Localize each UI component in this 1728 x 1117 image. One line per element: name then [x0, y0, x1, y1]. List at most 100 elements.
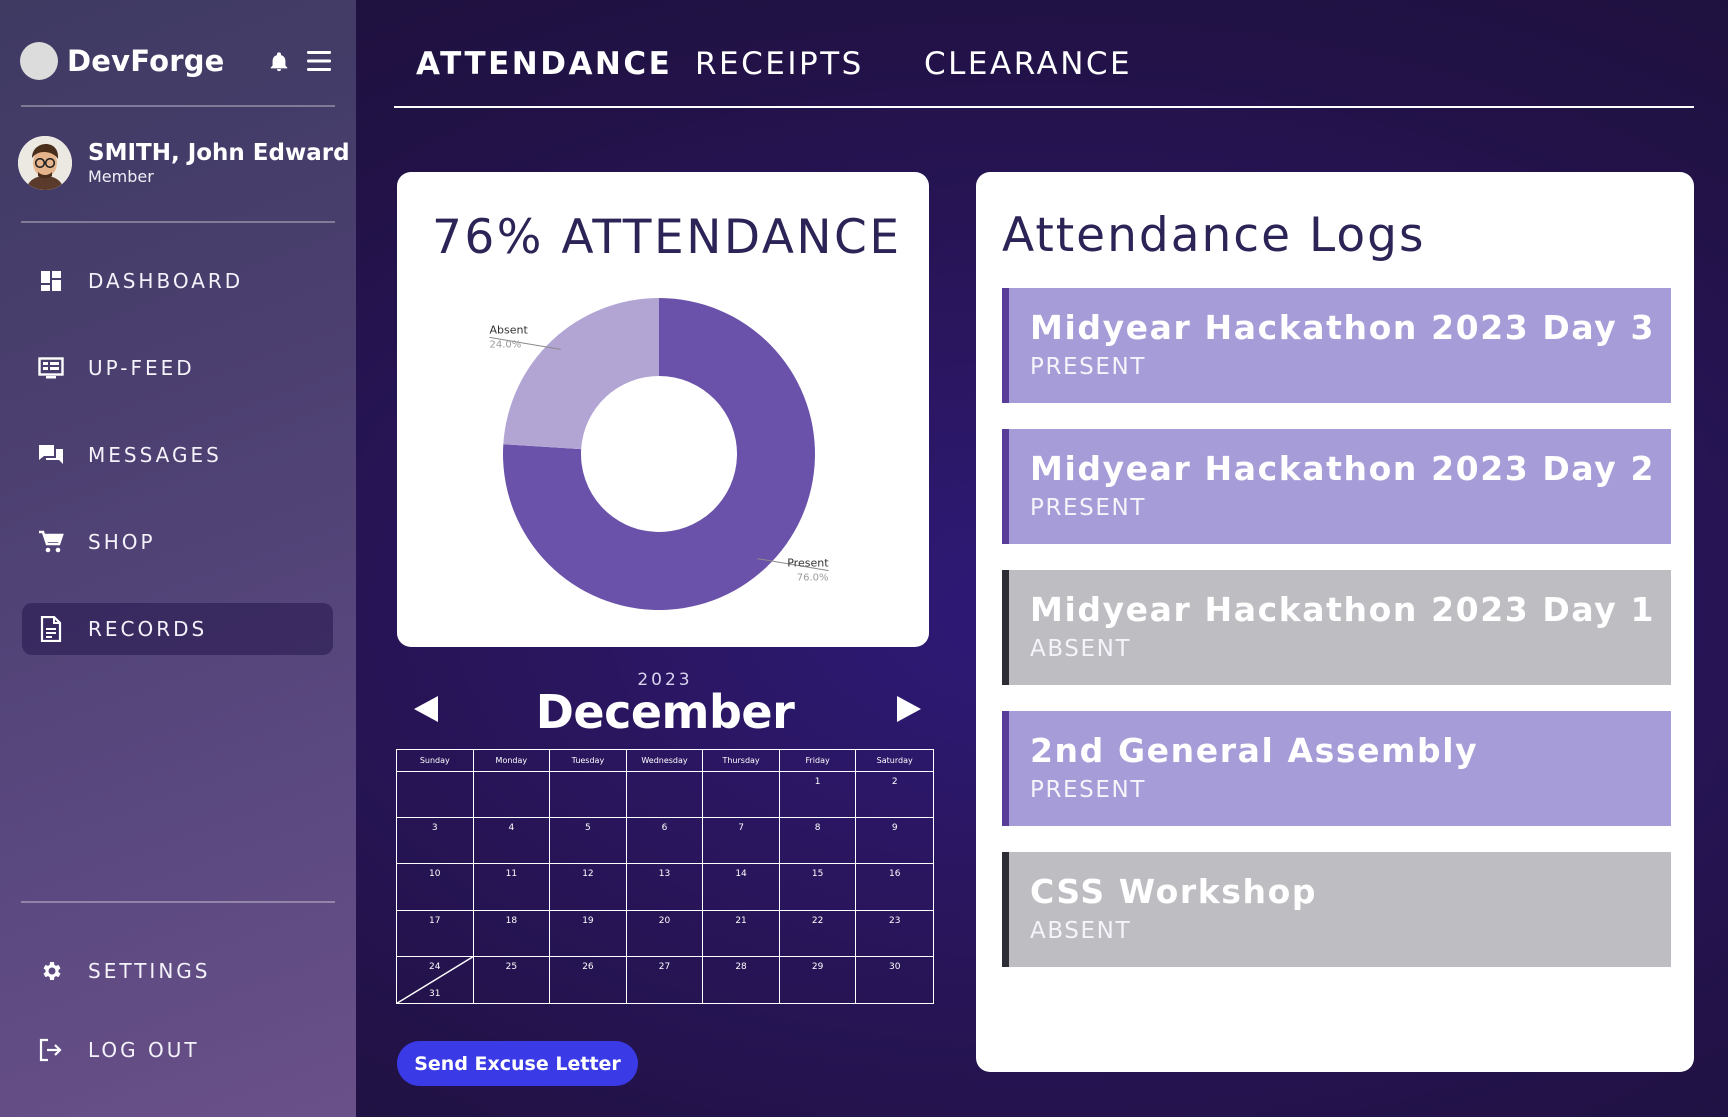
log-event-name: CSS Workshop [1030, 872, 1318, 911]
calendar-day[interactable]: 17 [397, 910, 474, 957]
calendar-day[interactable]: 1 [779, 772, 857, 819]
calendar-grid: Sunday Monday Tuesday Wednesday Thursday Frid… [396, 749, 934, 1004]
sidebar-item-records[interactable]: RECORDS [22, 603, 333, 655]
calendar-day[interactable]: 15 [779, 864, 857, 911]
cart-icon [38, 529, 64, 555]
calendar-empty-cell [626, 772, 704, 819]
dashboard-icon [38, 268, 64, 294]
log-status-bar [1002, 288, 1009, 403]
sidebar-item-label: SHOP [88, 530, 156, 554]
user-profile[interactable]: SMITH, John Edward Member [18, 136, 350, 190]
calendar-day[interactable]: 19 [550, 910, 627, 957]
tab-attendance[interactable]: ATTENDANCE [416, 46, 672, 82]
calendar-month: December [535, 685, 795, 739]
calendar-days: 1 2 3 4 5 6 7 8 9 10 11 12 13 14 15 16 17 18 19 20 21 22 23 24 3… [397, 772, 933, 1003]
log-event-name: Midyear Hackathon 2023 Day 3 [1030, 308, 1656, 347]
attendance-logs-card: Attendance Logs Midyear Hackathon 2023 D… [976, 172, 1694, 1072]
calendar-day[interactable]: 5 [550, 818, 627, 865]
calendar-day[interactable]: 22 [779, 910, 857, 957]
send-excuse-letter-button[interactable]: Send Excuse Letter [397, 1041, 638, 1086]
calendar-empty-cell [397, 772, 474, 819]
sidebar: DevForge SMITH, John Edward Member DASHB… [0, 0, 356, 1117]
calendar-day[interactable]: 21 [703, 910, 780, 957]
next-month-icon[interactable] [895, 694, 923, 724]
calendar-day[interactable]: 18 [473, 910, 551, 957]
sidebar-divider [21, 105, 335, 107]
calendar-day[interactable]: 26 [550, 956, 627, 1003]
log-event-name: Midyear Hackathon 2023 Day 1 [1030, 590, 1656, 629]
log-status-bar [1002, 711, 1009, 826]
brand[interactable]: DevForge [20, 40, 225, 82]
prev-month-icon[interactable] [412, 694, 440, 724]
avatar [18, 136, 72, 190]
calendar-day[interactable]: 25 [474, 956, 551, 1003]
slice-value-present: 76.0% [797, 573, 829, 584]
calendar-day[interactable]: 12 [550, 864, 627, 911]
sidebar-divider [21, 901, 335, 903]
calendar-day[interactable]: 30 [856, 957, 933, 1003]
sidebar-item-logout[interactable]: LOG OUT [22, 1024, 333, 1076]
brand-logo [20, 42, 58, 80]
calendar-day[interactable]: 16 [856, 864, 933, 911]
sidebar-item-up-feed[interactable]: UP-FEED [22, 342, 333, 394]
tab-underline [394, 106, 1694, 108]
weekday-sunday: Sunday [397, 750, 474, 771]
calendar-day[interactable]: 13 [626, 864, 704, 911]
calendar-day[interactable]: 4 [473, 818, 551, 865]
calendar-day[interactable]: 14 [703, 864, 780, 911]
attendance-chart-card: 76% ATTENDANCE Present 76.0% Absent 24.0% [397, 172, 929, 647]
calendar-day[interactable]: 28 [703, 956, 780, 1003]
gear-icon [38, 958, 64, 984]
log-event-name: 2nd General Assembly [1030, 731, 1479, 770]
calendar-day[interactable]: 23 [856, 911, 933, 957]
calendar-day[interactable]: 10 [397, 864, 474, 911]
sidebar-item-shop[interactable]: SHOP [22, 516, 333, 568]
sidebar-item-dashboard[interactable]: DASHBOARD [22, 255, 333, 307]
tab-clearance[interactable]: CLEARANCE [924, 46, 1132, 82]
weekday-saturday: Saturday [876, 756, 913, 765]
slice-label-present: Present [787, 557, 829, 570]
sidebar-item-label: UP-FEED [88, 356, 195, 380]
calendar-empty-cell [703, 772, 780, 819]
tab-receipts[interactable]: RECEIPTS [695, 46, 864, 82]
calendar-day[interactable]: 20 [626, 910, 704, 957]
menu-icon[interactable] [306, 49, 332, 73]
calendar-day[interactable]: 7 [703, 818, 780, 865]
calendar-day[interactable]: 9 [856, 818, 933, 865]
log-status-bar [1002, 570, 1009, 685]
user-role: Member [88, 167, 154, 186]
sidebar-item-label: MESSAGES [88, 443, 222, 467]
calendar-day[interactable]: 2 [856, 772, 933, 819]
weekday-friday: Friday [780, 750, 857, 771]
log-status: ABSENT [1030, 918, 1132, 944]
calendar-empty-cell [550, 772, 627, 819]
weekday-tuesday: Tuesday [550, 750, 627, 771]
sidebar-item-settings[interactable]: SETTINGS [22, 945, 333, 997]
sidebar-item-messages[interactable]: MESSAGES [22, 429, 333, 481]
calendar-day[interactable]: 6 [626, 818, 704, 865]
log-status: ABSENT [1030, 636, 1132, 662]
user-name: SMITH, John Edward [88, 140, 350, 166]
log-item[interactable]: Midyear Hackathon 2023 Day 3 PRESENT [1002, 288, 1671, 403]
bell-icon[interactable] [268, 50, 290, 74]
calendar-day[interactable]: 11 [473, 864, 551, 911]
log-item[interactable]: Midyear Hackathon 2023 Day 1 ABSENT [1002, 570, 1671, 685]
log-item[interactable]: Midyear Hackathon 2023 Day 2 PRESENT [1002, 429, 1671, 544]
attendance-donut-chart: Present 76.0% Absent 24.0% [489, 298, 829, 610]
sidebar-divider [21, 221, 335, 223]
log-item[interactable]: CSS Workshop ABSENT [1002, 852, 1671, 967]
calendar-day[interactable]: 24 31 [397, 956, 474, 1003]
weekday-thursday: Thursday [703, 750, 780, 771]
calendar-day[interactable]: 8 [779, 818, 857, 865]
calendar-day-number: 24 [429, 961, 441, 972]
calendar-empty-cell [473, 772, 551, 819]
calendar-day[interactable]: 29 [780, 956, 857, 1003]
calendar-weekday-header: Sunday Monday Tuesday Wednesday Thursday Frid… [397, 750, 933, 772]
log-status-bar [1002, 429, 1009, 544]
calendar-day[interactable]: 3 [397, 818, 474, 865]
slice-label-absent: Absent [489, 323, 528, 336]
feed-icon [38, 355, 64, 381]
calendar-day[interactable]: 27 [627, 956, 704, 1003]
log-item[interactable]: 2nd General Assembly PRESENT [1002, 711, 1671, 826]
sidebar-item-label: LOG OUT [88, 1038, 200, 1062]
